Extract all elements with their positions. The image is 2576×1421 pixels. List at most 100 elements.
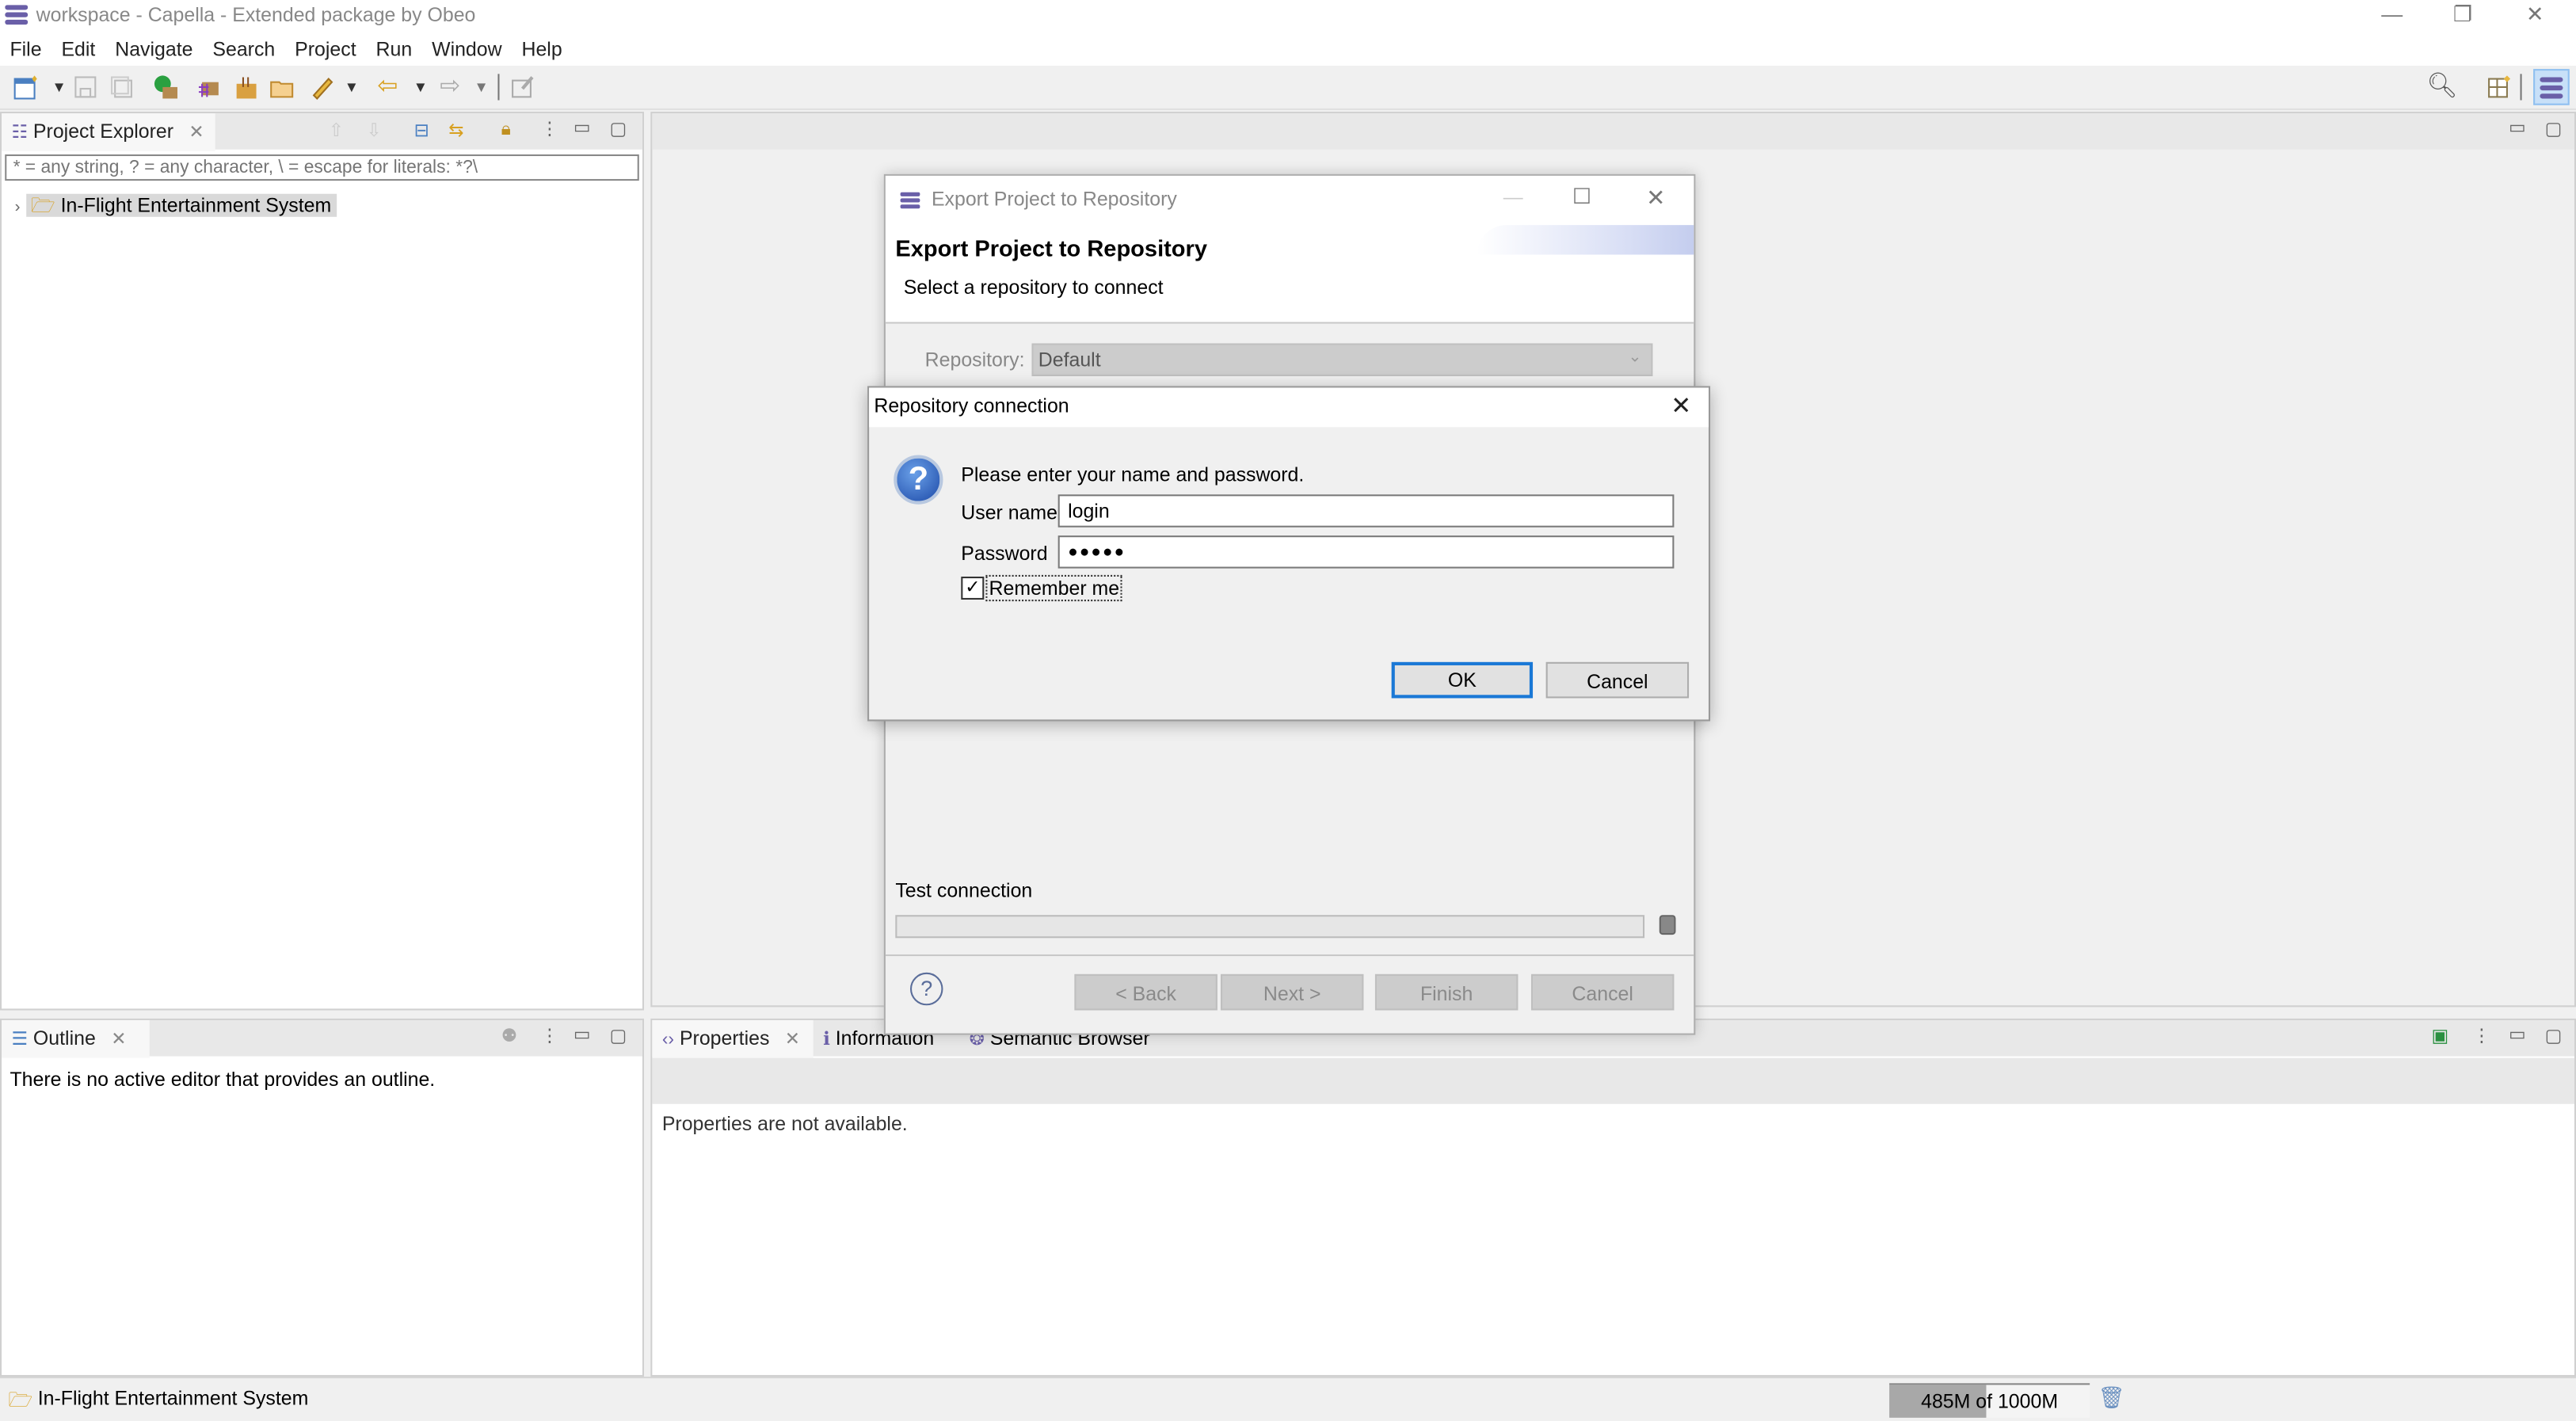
- capella-icon-1[interactable]: [196, 74, 222, 100]
- heap-status[interactable]: 485M of 1000M: [1889, 1383, 2090, 1418]
- link-with-editor-icon[interactable]: ⇆: [448, 120, 463, 141]
- export-dialog-header: Export Project to Repository — ☐ ✕ Expor…: [885, 175, 1694, 324]
- properties-panel: ‹› Properties ✕ ℹ Information ❂ Semantic…: [650, 1018, 2576, 1377]
- project-explorer-tab-label: Project Explorer: [32, 120, 174, 143]
- toolbar-separator: [497, 74, 500, 101]
- login-dialog-titlebar: Repository connection ✕: [869, 387, 1709, 428]
- open-perspective-icon[interactable]: [2486, 74, 2512, 100]
- back-dropdown-icon[interactable]: ▼: [407, 74, 433, 100]
- filter-input[interactable]: [5, 154, 639, 181]
- maximize-view-icon[interactable]: ▢: [609, 1025, 627, 1046]
- view-menu-icon[interactable]: ⋮: [540, 118, 558, 139]
- repository-select[interactable]: Default ⌄: [1031, 343, 1653, 376]
- minimize-view-icon[interactable]: ▭: [2509, 1023, 2526, 1045]
- finish-button[interactable]: Finish: [1374, 973, 1519, 1011]
- capella-logo-icon: [900, 191, 920, 209]
- menu-bar: File Edit Navigate Search Project Run Window He…: [0, 32, 2576, 66]
- down-arrow-icon[interactable]: ⇩: [367, 120, 382, 141]
- close-tab-icon[interactable]: ✕: [785, 1030, 800, 1050]
- menu-file[interactable]: File: [0, 32, 51, 65]
- minimize-button[interactable]: —: [2356, 0, 2428, 29]
- status-bar: 🗁 In-Flight Entertainment System 485M of…: [0, 1377, 2576, 1421]
- capella-icon-2[interactable]: [234, 74, 260, 100]
- project-folder-icon: 🗁: [30, 193, 55, 217]
- menu-run[interactable]: Run: [366, 32, 422, 65]
- menu-navigate[interactable]: Navigate: [105, 32, 203, 65]
- heap-text: 485M of 1000M: [1921, 1389, 2059, 1413]
- capella-workbench: workspace - Capella - Extended package b…: [0, 0, 2576, 1421]
- restore-button[interactable]: ❐: [2426, 0, 2498, 29]
- remember-me-checkbox[interactable]: ✓: [961, 576, 985, 600]
- view-menu-icon[interactable]: ⋮: [540, 1025, 558, 1046]
- back-button[interactable]: < Back: [1074, 973, 1218, 1011]
- help-icon[interactable]: ?: [909, 972, 943, 1006]
- title-bar: workspace - Capella - Extended package b…: [0, 0, 2576, 33]
- editor-tabbar: ▭ ▢: [652, 113, 2574, 150]
- remember-me-label[interactable]: Remember me: [985, 574, 1123, 602]
- tab-project-explorer[interactable]: ☷ Project Explorer ✕: [2, 113, 215, 151]
- pen-dropdown-icon[interactable]: ▼: [338, 74, 364, 100]
- password-input[interactable]: ●●●●●: [1057, 535, 1675, 569]
- dialog-close-button[interactable]: ✕: [1646, 184, 1665, 211]
- dialog-maximize-button[interactable]: ☐: [1572, 184, 1591, 210]
- test-connection-progress: [895, 915, 1645, 939]
- ok-button[interactable]: OK: [1391, 661, 1534, 699]
- edit-icon[interactable]: [509, 74, 535, 100]
- window-title: workspace - Capella - Extended package b…: [36, 3, 476, 27]
- outline-panel: ☰ Outline ✕ ⚉ ⋮ ▭ ▢ There is no active e…: [0, 1018, 645, 1377]
- capella-logo-icon: [5, 5, 29, 25]
- tab-outline[interactable]: ☰ Outline ✕: [2, 1019, 150, 1058]
- save-icon[interactable]: [72, 74, 98, 100]
- open-folder-icon[interactable]: [269, 74, 295, 100]
- menu-search[interactable]: Search: [203, 32, 285, 65]
- forward-dropdown-icon[interactable]: ▼: [468, 74, 494, 100]
- collapse-all-icon[interactable]: ⊟: [414, 120, 429, 141]
- outline-filter-icon[interactable]: ⚉: [501, 1025, 517, 1046]
- chevron-down-icon: ⌄: [1628, 348, 1642, 367]
- pin-editor-icon[interactable]: ▣: [2432, 1025, 2449, 1046]
- lock-icon[interactable]: 🔒︎: [501, 120, 511, 141]
- project-folder-icon: 🗁: [8, 1388, 33, 1411]
- banner-graphic: [1477, 225, 1694, 255]
- forward-icon[interactable]: ⇨: [437, 73, 463, 100]
- new-icon[interactable]: [13, 74, 40, 100]
- login-dialog-close-button[interactable]: ✕: [1671, 391, 1691, 421]
- view-menu-icon[interactable]: ⋮: [2472, 1025, 2490, 1046]
- menu-project[interactable]: Project: [285, 32, 366, 65]
- information-icon: ℹ: [823, 1030, 830, 1050]
- minimize-view-icon[interactable]: ▭: [574, 1023, 591, 1045]
- editor-minimize-icon[interactable]: ▭: [2509, 116, 2526, 138]
- tree-item[interactable]: › 🗁 In-Flight Entertainment System: [15, 191, 337, 220]
- menu-edit[interactable]: Edit: [51, 32, 105, 65]
- menu-window[interactable]: Window: [422, 32, 512, 65]
- menu-help[interactable]: Help: [512, 32, 572, 65]
- cancel-button[interactable]: Cancel: [1545, 661, 1690, 699]
- minimize-view-icon[interactable]: ▭: [574, 116, 591, 138]
- maximize-view-icon[interactable]: ▢: [2545, 1025, 2563, 1046]
- pen-icon[interactable]: [309, 74, 335, 100]
- export-dialog-heading: Export Project to Repository: [895, 234, 1208, 261]
- stop-icon[interactable]: [1659, 915, 1676, 935]
- close-button[interactable]: ✕: [2499, 0, 2571, 29]
- username-input[interactable]: [1057, 494, 1675, 528]
- outline-message: There is no active editor that provides …: [10, 1068, 436, 1091]
- password-label: Password: [961, 542, 1048, 566]
- close-tab-icon[interactable]: ✕: [189, 124, 204, 143]
- garbage-collect-icon[interactable]: 🗑︎: [2098, 1385, 2124, 1411]
- main-toolbar: ▼ ▼ ⇦ ▼ ⇨ ▼ 🔍︎: [0, 65, 2576, 110]
- up-arrow-icon[interactable]: ⇧: [329, 120, 344, 141]
- expand-chevron-icon[interactable]: ›: [15, 199, 21, 217]
- capella-perspective-button[interactable]: [2533, 69, 2570, 105]
- tab-properties[interactable]: ‹› Properties ✕: [652, 1019, 814, 1058]
- search-icon[interactable]: 🔍︎: [2426, 73, 2458, 100]
- save-all-icon[interactable]: [109, 74, 135, 100]
- editor-maximize-icon[interactable]: ▢: [2545, 118, 2563, 139]
- export-cancel-button[interactable]: Cancel: [1530, 973, 1675, 1011]
- dialog-minimize-button[interactable]: —: [1503, 185, 1523, 208]
- next-button[interactable]: Next >: [1220, 973, 1364, 1011]
- run-icon[interactable]: [153, 74, 179, 100]
- new-dropdown-icon[interactable]: ▼: [46, 74, 72, 100]
- maximize-view-icon[interactable]: ▢: [609, 118, 627, 139]
- close-tab-icon[interactable]: ✕: [111, 1030, 126, 1050]
- back-icon[interactable]: ⇦: [375, 73, 401, 100]
